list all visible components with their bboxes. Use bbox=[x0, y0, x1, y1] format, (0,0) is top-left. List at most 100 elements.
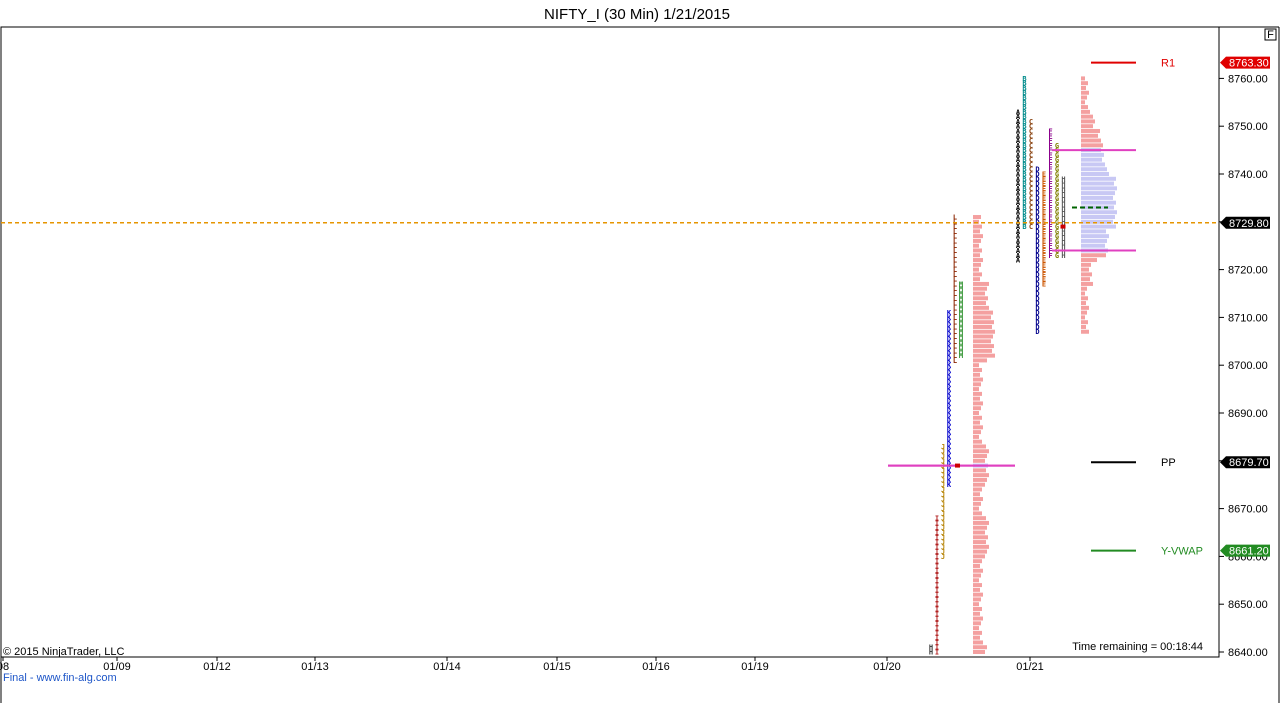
profile-bar bbox=[973, 243, 979, 248]
profile-bar bbox=[973, 530, 985, 535]
profile-bar bbox=[1081, 272, 1092, 277]
profile-bar bbox=[973, 382, 981, 387]
level-r1-badge-label: 8763.30 bbox=[1229, 58, 1269, 70]
profile-bar bbox=[1081, 286, 1087, 291]
profile-bar bbox=[1081, 243, 1105, 248]
profile-bar bbox=[973, 468, 986, 473]
x-tick-label: 01/20 bbox=[873, 661, 901, 673]
profile-bar bbox=[973, 630, 982, 635]
market-profile-chart: NIFTY_I (30 Min) 1/21/2015 F 8640.00 8650… bbox=[0, 6, 1280, 703]
profile-bar bbox=[973, 339, 991, 344]
profile-bar bbox=[973, 387, 979, 392]
y-tick-label: 8760.00 bbox=[1228, 73, 1268, 85]
profile-bar bbox=[973, 229, 980, 234]
profile-bar bbox=[973, 372, 980, 377]
branding-link[interactable]: Final - www.fin-alg.com bbox=[3, 672, 117, 684]
f-button-label: F bbox=[1267, 29, 1274, 41]
profile-bar bbox=[973, 501, 981, 506]
profile-bar bbox=[1081, 167, 1107, 172]
profile-bar bbox=[973, 597, 981, 602]
profile-bar bbox=[973, 215, 981, 220]
profile-bar bbox=[1081, 152, 1104, 157]
profile-bar bbox=[973, 439, 982, 444]
level-pp-label: PP bbox=[1161, 457, 1176, 469]
profile-bar bbox=[973, 444, 986, 449]
profile-bar bbox=[1081, 210, 1117, 215]
tpo-letter: L bbox=[953, 214, 957, 222]
last-price-badge-label: 8729.80 bbox=[1229, 218, 1269, 230]
profile-bar bbox=[973, 391, 982, 396]
y-tick-label: 8740.00 bbox=[1228, 169, 1268, 181]
plot-area[interactable] bbox=[0, 26, 1220, 658]
x-tick-label: 01/12 bbox=[203, 661, 231, 673]
profile-bar bbox=[973, 234, 983, 239]
profile-bar bbox=[1081, 114, 1093, 119]
y-tick-label: 8640.00 bbox=[1228, 647, 1268, 659]
profile-bar bbox=[973, 258, 983, 263]
profile-bar bbox=[1081, 195, 1113, 200]
profile-bar bbox=[1081, 315, 1085, 320]
profile-bar bbox=[973, 473, 989, 478]
profile-bar bbox=[973, 415, 982, 420]
profile-bar bbox=[973, 616, 983, 621]
level-y-vwap-badge-label: 8661.20 bbox=[1229, 546, 1269, 558]
profile-bar bbox=[973, 324, 992, 329]
profile-bar bbox=[973, 549, 987, 554]
profile-bar bbox=[973, 525, 987, 530]
tpo-letter: G bbox=[1055, 142, 1059, 150]
profile-bar bbox=[973, 396, 980, 401]
profile-bar bbox=[973, 377, 983, 382]
profile-bar bbox=[1081, 162, 1105, 167]
profile-bar bbox=[1081, 277, 1090, 282]
profile-bar bbox=[1081, 81, 1088, 86]
profile-bar bbox=[1081, 200, 1116, 205]
profile-bar bbox=[973, 568, 983, 573]
tpo-letter: E bbox=[1042, 171, 1046, 179]
profile-bar bbox=[973, 315, 991, 320]
profile-bar bbox=[1081, 291, 1085, 296]
profile-bar bbox=[1081, 85, 1086, 90]
profile-bar bbox=[1081, 229, 1106, 234]
profile-bar bbox=[973, 301, 986, 306]
tpo-letter: J bbox=[941, 443, 945, 451]
profile-bar bbox=[973, 583, 982, 588]
profile-bar bbox=[973, 511, 982, 516]
profile-bar bbox=[973, 272, 982, 277]
profile-bar bbox=[1081, 324, 1086, 329]
profile-bar bbox=[973, 497, 983, 502]
profile-bar bbox=[973, 329, 995, 334]
profile-bar bbox=[973, 363, 979, 368]
profile-bar bbox=[973, 482, 985, 487]
profile-bar bbox=[973, 291, 985, 296]
profile-bar bbox=[973, 650, 985, 654]
profile-bar bbox=[973, 554, 985, 559]
profile-bar bbox=[973, 253, 980, 258]
profile-bar bbox=[1081, 128, 1100, 133]
profile-bar bbox=[1081, 253, 1106, 258]
profile-bar bbox=[973, 458, 985, 463]
profile-bar bbox=[1081, 119, 1095, 124]
profile-bar bbox=[973, 286, 987, 291]
profile-bar bbox=[1081, 186, 1117, 191]
tpo-letter: H bbox=[1061, 175, 1065, 183]
price-axis: 8640.008650.008660.008670.008680.008690.… bbox=[1219, 73, 1268, 659]
profile-bar bbox=[973, 277, 980, 282]
profile-bar bbox=[973, 425, 983, 430]
profile-bar bbox=[973, 645, 987, 650]
tpo-letter: F bbox=[1048, 127, 1052, 135]
profile-bar bbox=[973, 353, 995, 358]
profile-bar bbox=[973, 516, 986, 521]
profile-bar bbox=[973, 587, 980, 592]
profile-bar bbox=[973, 310, 993, 315]
profile-bar bbox=[973, 592, 983, 597]
profile-bar bbox=[1081, 267, 1089, 272]
profile-bar bbox=[973, 334, 993, 339]
profile-bar bbox=[1081, 172, 1109, 176]
profile-bar bbox=[973, 320, 994, 325]
profile-bar bbox=[973, 626, 979, 631]
profile-bar bbox=[973, 544, 989, 549]
profile-bar bbox=[973, 563, 980, 568]
profile-bar bbox=[973, 535, 988, 540]
profile-bar bbox=[973, 262, 981, 267]
y-tick-label: 8750.00 bbox=[1228, 121, 1268, 133]
